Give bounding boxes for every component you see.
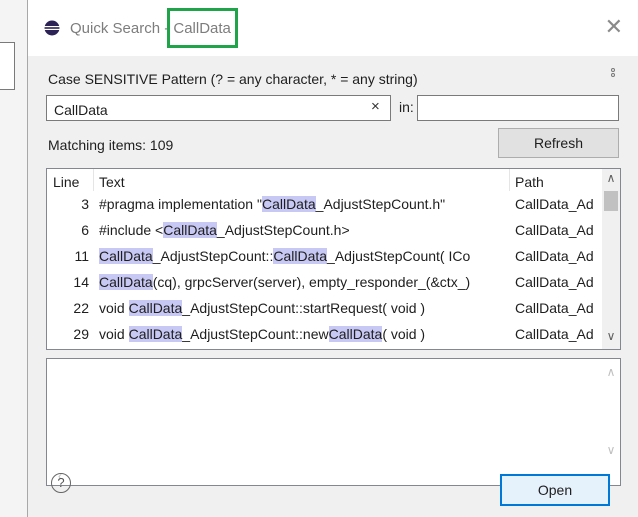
row-line-number: 29 xyxy=(73,326,89,342)
text-segment: _AdjustStepCount.h> xyxy=(216,222,350,238)
search-input[interactable] xyxy=(46,95,391,121)
pattern-label: Case SENSITIVE Pattern (? = any characte… xyxy=(48,71,418,87)
match-highlight: CallData xyxy=(99,248,153,264)
scope-input[interactable] xyxy=(417,95,619,121)
table-row[interactable]: 22 void CallData_AdjustStepCount::startRe… xyxy=(47,300,602,323)
clear-search-icon[interactable]: × xyxy=(371,98,380,115)
row-path: CallData_Ad xyxy=(515,196,594,212)
match-highlight: CallData xyxy=(128,300,183,316)
row-text: #pragma implementation "CallData_AdjustS… xyxy=(99,196,503,212)
row-text: #include <CallData_AdjustStepCount.h> xyxy=(99,222,503,238)
row-line-number: 11 xyxy=(74,248,89,264)
match-highlight: CallData xyxy=(99,274,153,290)
text-segment: void xyxy=(99,326,129,342)
in-label: in: xyxy=(399,99,414,115)
row-line-number: 6 xyxy=(81,222,89,238)
row-path: CallData_Ad xyxy=(515,326,594,342)
eclipse-icon xyxy=(44,20,60,36)
row-path: CallData_Ad xyxy=(515,222,594,238)
row-text: CallData(cq), grpcServer(server), empty_… xyxy=(99,274,503,290)
column-header-line[interactable]: Line xyxy=(53,174,79,190)
scroll-up-icon[interactable]: ∧ xyxy=(602,365,620,379)
preview-vertical-scrollbar[interactable]: ∧ ∨ xyxy=(602,359,620,467)
table-row[interactable]: 29 void CallData_AdjustStepCount::newCall… xyxy=(47,326,602,349)
row-text: void CallData_AdjustStepCount::newCallDa… xyxy=(99,326,503,342)
text-segment: ( void ) xyxy=(382,326,426,342)
match-highlight: CallData xyxy=(261,196,316,212)
open-button[interactable]: Open xyxy=(500,474,610,506)
row-line-number: 3 xyxy=(81,196,89,212)
match-highlight: CallData xyxy=(163,222,217,238)
row-text: void CallData_AdjustStepCount::startRequ… xyxy=(99,300,503,316)
match-highlight: CallData xyxy=(328,326,383,342)
background-text-field xyxy=(0,42,15,90)
column-header-text[interactable]: Text xyxy=(99,174,125,190)
row-path: CallData_Ad xyxy=(515,274,594,290)
dialog-body: Case SENSITIVE Pattern (? = any characte… xyxy=(28,56,638,517)
column-separator xyxy=(509,169,510,191)
text-segment: _AdjustStepCount::startRequest( void ) xyxy=(182,300,426,316)
table-row[interactable]: 3 #pragma implementation "CallData_Adjust… xyxy=(47,196,602,219)
preview-pane[interactable]: ∧ ∨ ‹ › xyxy=(46,358,621,486)
text-segment: #include < xyxy=(99,222,164,238)
results-vertical-scrollbar[interactable]: ∧ ∨ xyxy=(602,169,620,349)
help-icon[interactable]: ? xyxy=(51,473,71,493)
view-menu-icon[interactable] xyxy=(611,68,615,78)
quick-search-dialog: Quick Search - CallData ✕ Case SENSITIVE… xyxy=(27,0,638,517)
text-segment: _AdjustStepCount( ICo xyxy=(327,248,471,264)
table-row[interactable]: 14 CallData(cq), grpcServer(server), empt… xyxy=(47,274,602,297)
results-table: Line Text Path 3 #pragma implementation "… xyxy=(46,168,621,350)
scroll-up-icon[interactable]: ∧ xyxy=(602,171,620,185)
row-path: CallData_Ad xyxy=(515,248,594,264)
column-header-path[interactable]: Path xyxy=(515,174,544,190)
row-text: CallData_AdjustStepCount::CallData_Adjus… xyxy=(99,248,503,264)
text-segment: (cq), grpcServer(server), empty_responde… xyxy=(152,274,471,290)
scroll-down-icon[interactable]: ∨ xyxy=(602,443,620,457)
close-icon[interactable]: ✕ xyxy=(605,16,623,38)
row-path: CallData_Ad xyxy=(515,300,594,316)
table-row[interactable]: 11 CallData_AdjustStepCount::CallData_Adj… xyxy=(47,248,602,271)
matching-count: Matching items: 109 xyxy=(48,137,174,153)
match-highlight: CallData xyxy=(128,326,183,342)
match-highlight: CallData xyxy=(273,248,328,264)
text-segment: _AdjustStepCount::new xyxy=(182,326,329,342)
text-segment: #pragma implementation " xyxy=(99,196,262,212)
scroll-down-icon[interactable]: ∨ xyxy=(602,329,620,343)
scrollbar-thumb[interactable] xyxy=(604,191,618,211)
row-line-number: 14 xyxy=(73,274,89,290)
title-highlight-box xyxy=(167,8,238,48)
dialog-titlebar: Quick Search - CallData ✕ xyxy=(28,0,638,56)
refresh-button[interactable]: Refresh xyxy=(498,128,619,158)
table-row[interactable]: 6 #include <CallData_AdjustStepCount.h> Ca… xyxy=(47,222,602,245)
row-line-number: 22 xyxy=(73,300,89,316)
text-segment: _AdjustStepCount.h" xyxy=(315,196,446,212)
text-segment: void xyxy=(99,300,129,316)
text-segment: _AdjustStepCount:: xyxy=(152,248,274,264)
column-separator xyxy=(93,169,94,191)
